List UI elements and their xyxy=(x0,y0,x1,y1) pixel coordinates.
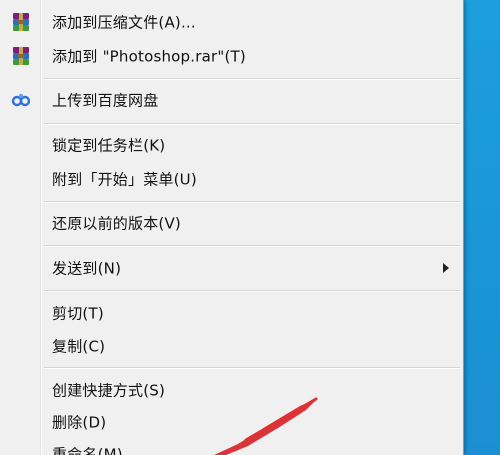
baidu-netdisk-icon xyxy=(10,89,32,111)
menu-item-upload-baidu-netdisk[interactable]: 上传到百度网盘 xyxy=(0,84,463,116)
menu-item-label: 发送到(N) xyxy=(52,259,122,278)
menu-item-label: 上传到百度网盘 xyxy=(52,91,159,110)
menu-item-label: 删除(D) xyxy=(52,413,107,432)
menu-separator xyxy=(44,201,460,203)
menu-item-pin-to-start-menu[interactable]: 附到「开始」菜单(U) xyxy=(0,163,463,195)
menu-item-add-to-photoshop-rar[interactable]: 添加到 "Photoshop.rar"(T) xyxy=(0,40,463,72)
menu-item-delete[interactable]: 删除(D) xyxy=(0,406,463,438)
winrar-archive-icon xyxy=(10,11,32,33)
context-menu: 添加到压缩文件(A)... 添加到 "Photoshop.rar"(T) 上传到… xyxy=(0,0,464,455)
menu-item-cut[interactable]: 剪切(T) xyxy=(0,297,463,329)
menu-separator xyxy=(44,367,460,369)
menu-item-label: 还原以前的版本(V) xyxy=(52,214,181,233)
menu-item-rename[interactable]: 重命名(M) xyxy=(0,438,463,455)
menu-separator xyxy=(44,245,460,247)
menu-item-label: 重命名(M) xyxy=(52,445,123,455)
menu-item-label: 添加到压缩文件(A)... xyxy=(52,13,196,32)
winrar-archive-icon xyxy=(10,45,32,67)
menu-separator xyxy=(44,78,460,80)
menu-item-add-to-archive[interactable]: 添加到压缩文件(A)... xyxy=(0,6,463,38)
menu-item-label: 添加到 "Photoshop.rar"(T) xyxy=(52,47,246,66)
menu-item-label: 创建快捷方式(S) xyxy=(52,381,166,400)
menu-separator xyxy=(44,123,460,125)
menu-item-create-shortcut[interactable]: 创建快捷方式(S) xyxy=(0,374,463,406)
menu-separator xyxy=(44,290,460,292)
menu-item-label: 剪切(T) xyxy=(52,304,104,323)
menu-item-label: 锁定到任务栏(K) xyxy=(52,136,166,155)
menu-item-restore-previous-versions[interactable]: 还原以前的版本(V) xyxy=(0,207,463,239)
menu-item-label: 复制(C) xyxy=(52,337,106,356)
menu-item-copy[interactable]: 复制(C) xyxy=(0,330,463,362)
submenu-arrow-icon xyxy=(443,263,449,273)
menu-item-label: 附到「开始」菜单(U) xyxy=(52,170,197,189)
menu-item-pin-to-taskbar[interactable]: 锁定到任务栏(K) xyxy=(0,129,463,161)
menu-item-send-to[interactable]: 发送到(N) xyxy=(0,252,463,284)
